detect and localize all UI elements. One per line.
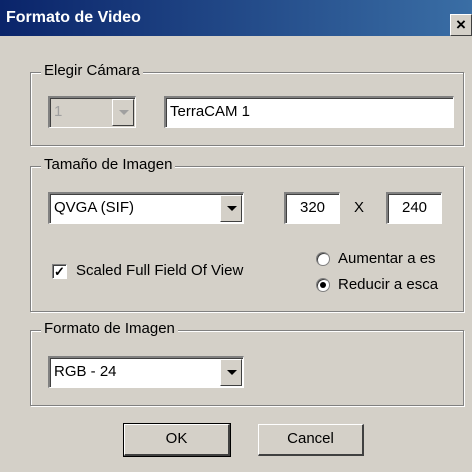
camera-name-field[interactable]: TerraCAM 1	[164, 96, 454, 128]
dimension-separator: X	[354, 199, 365, 216]
reduce-radio[interactable]	[316, 278, 330, 292]
enlarge-radio-clip: Aumentar a es	[338, 250, 458, 270]
image-size-group-legend: Tamaño de Imagen	[41, 156, 176, 173]
camera-name-value: TerraCAM 1	[170, 103, 251, 120]
dropdown-arrow-icon[interactable]	[220, 195, 242, 222]
width-field[interactable]: 320	[284, 192, 340, 224]
cancel-button[interactable]: Cancel	[258, 424, 364, 456]
camera-index-value: 1	[54, 103, 63, 120]
close-button[interactable]: ×	[450, 14, 472, 36]
image-size-value: QVGA (SIF)	[54, 199, 135, 216]
scaled-fov-label[interactable]: Scaled Full Field Of View	[76, 262, 243, 279]
camera-index-select: 1	[48, 96, 136, 128]
height-field[interactable]: 240	[386, 192, 442, 224]
dropdown-arrow-icon	[112, 99, 134, 126]
title-bar: Formato de Video	[0, 0, 472, 36]
enlarge-radio-label[interactable]: Aumentar a es	[338, 250, 436, 267]
scaled-fov-checkbox[interactable]: ✓	[52, 264, 67, 279]
image-format-value: RGB - 24	[54, 363, 117, 380]
camera-group-legend: Elegir Cámara	[41, 62, 143, 79]
dropdown-arrow-icon[interactable]	[220, 359, 242, 386]
ok-button[interactable]: OK	[123, 423, 231, 457]
height-value: 240	[401, 199, 428, 216]
enlarge-radio[interactable]	[316, 252, 330, 266]
image-format-select[interactable]: RGB - 24	[48, 356, 244, 388]
width-value: 320	[299, 199, 326, 216]
window-title: Formato de Video	[6, 9, 141, 26]
reduce-radio-label[interactable]: Reducir a esca	[338, 276, 438, 293]
check-icon: ✓	[54, 264, 65, 279]
reduce-radio-clip: Reducir a esca	[338, 276, 458, 296]
radio-dot-icon	[320, 282, 326, 288]
close-icon: ×	[456, 15, 466, 34]
image-size-select[interactable]: QVGA (SIF)	[48, 192, 244, 224]
image-format-group-legend: Formato de Imagen	[41, 320, 178, 337]
